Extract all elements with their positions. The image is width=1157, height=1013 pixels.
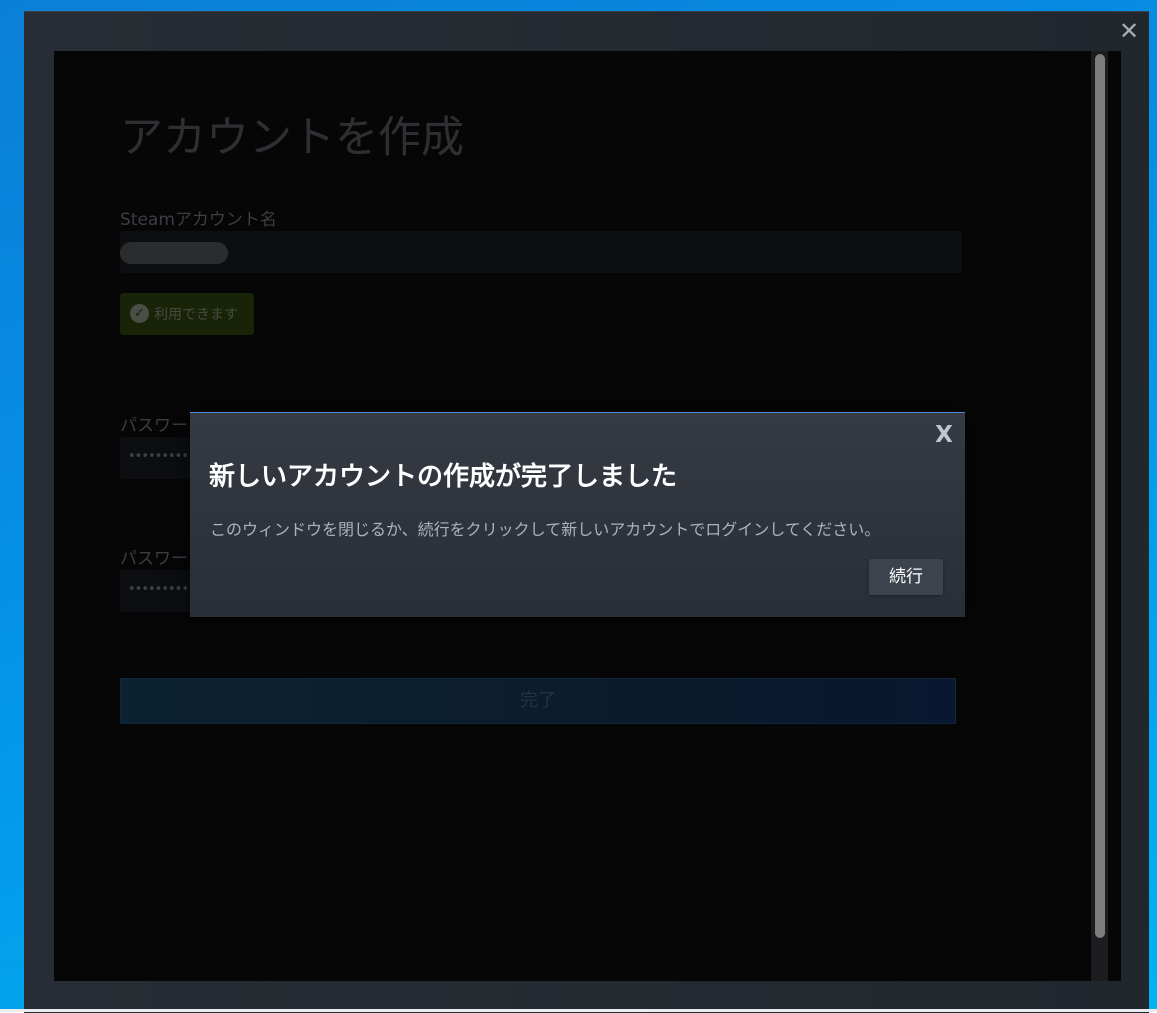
username-redacted <box>120 242 228 264</box>
scrollbar-thumb[interactable] <box>1095 54 1105 938</box>
password-confirm-label: パスワー <box>120 549 188 569</box>
page-title: アカウントを作成 <box>120 113 464 163</box>
account-name-label: Steamアカウント名 <box>120 210 277 230</box>
modal-message: このウィンドウを閉じるか、続行をクリックして新しいアカウントでログインしてくださ… <box>210 520 881 539</box>
check-icon: ✓ <box>130 304 149 323</box>
window-close-icon[interactable]: ✕ <box>1118 19 1140 43</box>
continue-button[interactable]: 続行 <box>869 559 943 595</box>
password-value: •••••••••• <box>128 449 196 464</box>
scrollbar[interactable] <box>1091 51 1108 981</box>
account-created-modal: X 新しいアカウントの作成が完了しました このウィンドウを閉じるか、続行をクリッ… <box>190 412 965 617</box>
availability-text: 利用できます <box>154 307 238 323</box>
account-name-input[interactable] <box>120 231 962 273</box>
password-label: パスワー <box>120 416 188 436</box>
availability-badge: ✓ 利用できます <box>120 293 254 335</box>
modal-title: 新しいアカウントの作成が完了しました <box>209 462 678 492</box>
done-button[interactable]: 完了 <box>120 678 956 724</box>
modal-close-icon[interactable]: X <box>932 423 956 447</box>
password-confirm-value: •••••••••• <box>128 582 196 597</box>
